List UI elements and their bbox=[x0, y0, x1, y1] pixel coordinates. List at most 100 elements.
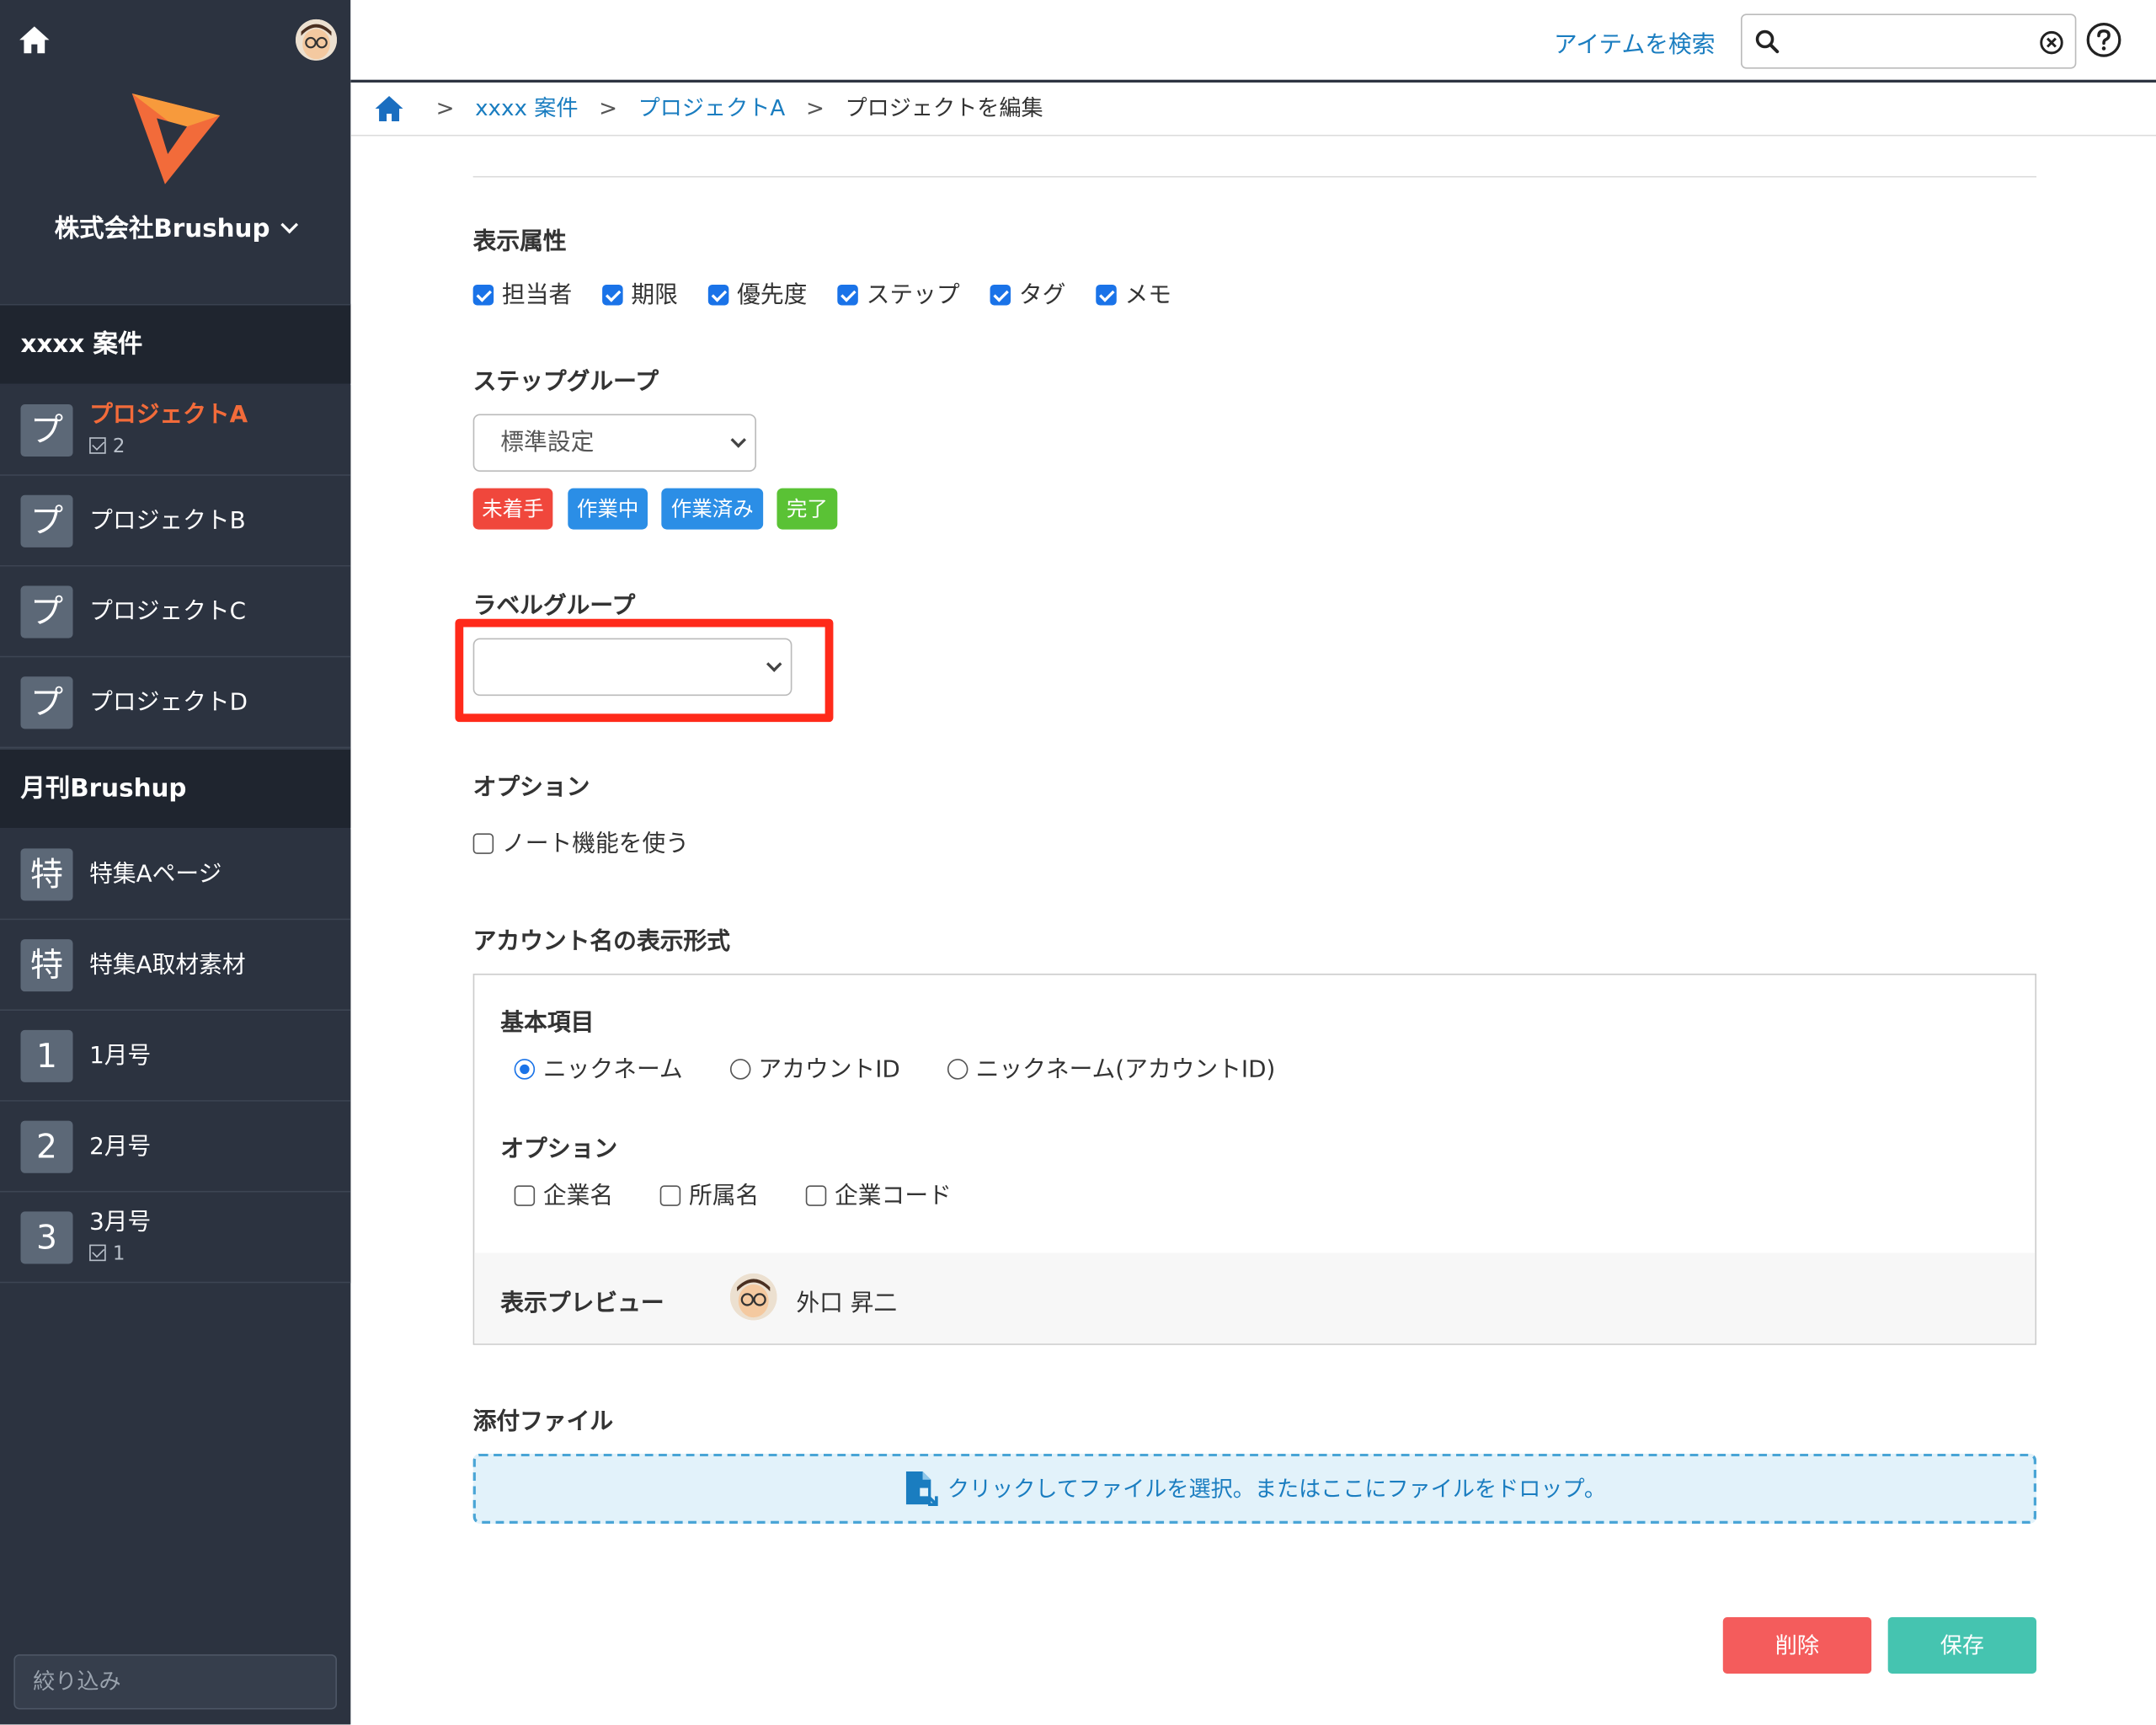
checkbox[interactable] bbox=[805, 1185, 827, 1206]
attr-checkbox[interactable]: 担当者 bbox=[472, 275, 572, 309]
home-icon[interactable] bbox=[17, 22, 52, 57]
step-tag: 未着手 bbox=[472, 488, 553, 530]
project-badge: プ bbox=[20, 404, 73, 457]
breadcrumb-separator: > bbox=[599, 94, 618, 121]
account-display-box: 基本項目 ニックネーム アカウントID ニックネーム(アカウントID) オプション … bbox=[472, 973, 2037, 1345]
attr-checkbox[interactable]: メモ bbox=[1096, 275, 1171, 309]
attr-checkbox[interactable]: ステップ bbox=[837, 275, 960, 309]
file-drop-zone[interactable]: クリックしてファイルを選択。またはここにファイルをドロップ。 bbox=[472, 1453, 2037, 1525]
radio-account-id[interactable]: アカウントID bbox=[729, 1049, 900, 1084]
check-company-name[interactable]: 企業名 bbox=[514, 1176, 613, 1210]
sidebar-item-label: プロジェクトD bbox=[89, 688, 248, 717]
task-check-icon bbox=[89, 1244, 106, 1262]
project-badge: プ bbox=[20, 676, 73, 729]
basic-items-title: 基本項目 bbox=[500, 1009, 595, 1038]
sidebar-item-feature-a-page[interactable]: 特 特集Aページ bbox=[0, 829, 351, 921]
sidebar-item-label: 2月号 bbox=[89, 1133, 152, 1161]
label-group-title: ラベルグループ bbox=[472, 592, 636, 621]
sidebar-item-february[interactable]: 2 2月号 bbox=[0, 1101, 351, 1193]
breadcrumb-separator: > bbox=[805, 94, 825, 121]
attr-checkbox[interactable]: 優先度 bbox=[707, 275, 807, 309]
breadcrumb: > xxxx 案件 > プロジェクトA > プロジェクトを編集 bbox=[350, 83, 2156, 136]
step-group-title: ステップグループ bbox=[472, 368, 659, 397]
divider bbox=[472, 175, 2037, 178]
preview-label: 表示プレビュー bbox=[500, 1290, 664, 1318]
sidebar-item-label: 1月号 bbox=[89, 1042, 152, 1071]
checkbox[interactable] bbox=[602, 284, 623, 306]
display-attrs-title: 表示属性 bbox=[472, 228, 567, 256]
account-radio-group: ニックネーム アカウントID ニックネーム(アカウントID) bbox=[514, 1049, 1275, 1084]
project-badge: 2 bbox=[20, 1120, 73, 1173]
check-department[interactable]: 所属名 bbox=[659, 1176, 759, 1210]
sidebar-group-title: xxxx 案件 bbox=[0, 303, 351, 384]
sidebar-item-project-c[interactable]: プ プロジェクトC bbox=[0, 566, 351, 658]
sidebar: 株式会社Brushup xxxx 案件 プ プロジェクトA 2 プ プロジェクト… bbox=[0, 0, 351, 1725]
attachments-title: 添付ファイル bbox=[472, 1407, 614, 1436]
step-tag: 作業済み bbox=[661, 488, 764, 530]
sidebar-group-title: 月刊Brushup bbox=[0, 748, 351, 828]
radio[interactable] bbox=[947, 1059, 968, 1080]
sidebar-item-project-a[interactable]: プ プロジェクトA 2 bbox=[0, 385, 351, 476]
checkbox[interactable] bbox=[514, 1185, 536, 1206]
breadcrumb-link[interactable]: xxxx 案件 bbox=[475, 95, 578, 121]
options-title: オプション bbox=[472, 774, 590, 802]
checkbox[interactable] bbox=[472, 833, 494, 854]
search-items-link[interactable]: アイテムを検索 bbox=[1554, 24, 1716, 60]
project-badge: 特 bbox=[20, 848, 73, 901]
sidebar-filter-input[interactable]: 絞り込み bbox=[13, 1654, 338, 1710]
task-count: 2 bbox=[89, 436, 125, 458]
highlight-box bbox=[455, 618, 834, 723]
breadcrumb-separator: > bbox=[435, 94, 455, 121]
project-badge: プ bbox=[20, 494, 73, 547]
home-icon[interactable] bbox=[374, 93, 404, 124]
sidebar-item-march[interactable]: 3 3月号 1 bbox=[0, 1192, 351, 1284]
sidebar-item-label: プロジェクトB bbox=[89, 507, 246, 536]
step-group-selected: 標準設定 bbox=[500, 429, 595, 457]
search-input[interactable] bbox=[1740, 13, 2077, 69]
drop-zone-text: クリックしてファイルを選択。またはここにファイルをドロップ。 bbox=[947, 1475, 1607, 1502]
sidebar-item-project-d[interactable]: プ プロジェクトD bbox=[0, 657, 351, 749]
project-badge: 1 bbox=[20, 1029, 73, 1082]
checkbox[interactable] bbox=[707, 284, 729, 306]
attr-checkbox[interactable]: タグ bbox=[990, 275, 1065, 309]
sidebar-item-feature-a-material[interactable]: 特 特集A取材素材 bbox=[0, 920, 351, 1012]
display-preview: 表示プレビュー 外口 昇二 bbox=[474, 1252, 2036, 1344]
checkbox[interactable] bbox=[659, 1185, 681, 1206]
radio-nickname[interactable]: ニックネーム bbox=[514, 1049, 683, 1084]
sidebar-item-label: 3月号 bbox=[89, 1209, 152, 1236]
file-upload-icon bbox=[905, 1471, 938, 1506]
clear-search-icon[interactable] bbox=[2039, 30, 2063, 55]
check-company-code[interactable]: 企業コード bbox=[805, 1176, 952, 1210]
task-count: 1 bbox=[89, 1243, 125, 1265]
company-selector[interactable]: 株式会社Brushup bbox=[0, 209, 350, 244]
checkbox[interactable] bbox=[837, 284, 858, 306]
radio-nickname-account-id[interactable]: ニックネーム(アカウントID) bbox=[947, 1049, 1275, 1084]
user-avatar[interactable] bbox=[296, 19, 338, 61]
note-option-label: ノート機能を使う bbox=[501, 830, 689, 858]
sidebar-item-label: プロジェクトA bbox=[89, 401, 248, 430]
project-badge: 特 bbox=[20, 939, 73, 992]
delete-button[interactable]: 削除 bbox=[1722, 1617, 1872, 1674]
account-option-checks: 企業名 所属名 企業コード bbox=[514, 1176, 952, 1210]
step-group-select[interactable]: 標準設定 bbox=[472, 414, 756, 473]
sidebar-item-project-b[interactable]: プ プロジェクトB bbox=[0, 475, 351, 567]
radio[interactable] bbox=[729, 1059, 750, 1080]
checkbox[interactable] bbox=[990, 284, 1011, 306]
step-tag: 作業中 bbox=[568, 488, 648, 530]
company-name: 株式会社Brushup bbox=[54, 214, 270, 243]
checkbox[interactable] bbox=[472, 284, 494, 306]
display-attrs-options: 担当者 期限 優先度 ステップ タグ メモ bbox=[472, 275, 1171, 309]
attr-checkbox[interactable]: 期限 bbox=[602, 275, 678, 309]
checkbox[interactable] bbox=[1096, 284, 1117, 306]
note-option[interactable]: ノート機能を使う bbox=[472, 824, 689, 858]
sidebar-item-january[interactable]: 1 1月号 bbox=[0, 1011, 351, 1102]
radio[interactable] bbox=[514, 1059, 536, 1080]
chevron-down-icon bbox=[730, 432, 746, 448]
save-button[interactable]: 保存 bbox=[1887, 1617, 2037, 1674]
project-badge: 3 bbox=[20, 1211, 73, 1264]
breadcrumb-link[interactable]: プロジェクトA bbox=[638, 95, 786, 121]
project-badge: プ bbox=[20, 585, 73, 638]
help-icon[interactable] bbox=[2086, 22, 2121, 57]
search-icon bbox=[1755, 29, 1780, 54]
preview-name: 外口 昇二 bbox=[796, 1290, 898, 1318]
